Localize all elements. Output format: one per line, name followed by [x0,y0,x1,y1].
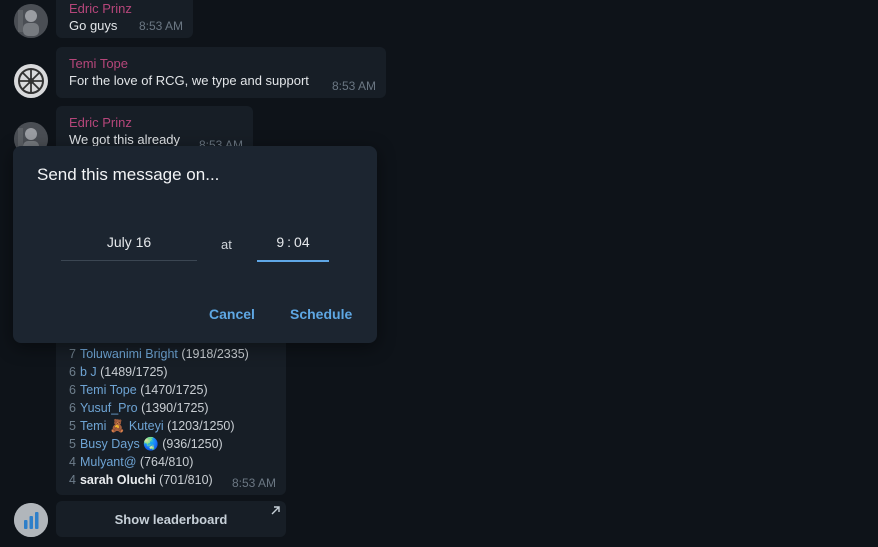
leaderboard-rank: 6 [69,383,76,397]
leaderboard-message: 7 Toluwanimi Bright (1918/2335) 6 b J (148… [56,336,286,495]
leaderboard-rank: 4 [69,473,76,487]
leaderboard-user-link[interactable]: Toluwanimi Bright [80,347,178,361]
avatar-leaderboard-bot[interactable] [14,503,48,537]
sender-name[interactable]: Edric Prinz [69,0,180,17]
minute-input[interactable]: 04 [294,232,310,260]
date-picker[interactable]: July 16 [61,232,197,261]
leaderboard-score: (1918/2335) [181,347,249,361]
schedule-button[interactable]: Schedule [290,306,352,322]
photo-avatar-icon [14,4,48,38]
leaderboard-row: 7 Toluwanimi Bright (1918/2335) [69,345,273,363]
at-label: at [221,237,232,252]
leaderboard-user-name: sarah Oluchi [79,473,156,487]
hour-input[interactable]: 9 [276,232,284,260]
message-time: 8:53 AM [231,476,276,490]
leaderboard-rank: 7 [69,347,76,361]
leaderboard-row: 5 Temi 🧸 Kuteyi (1203/1250) [69,417,273,435]
show-leaderboard-label: Show leaderboard [114,511,228,527]
external-link-icon [271,506,280,515]
leaderboard-row: 4 Mulyant@ (764/810) [69,453,273,471]
leaderboard-score: (1470/1725) [140,383,208,397]
leaderboard-row: 6 Yusuf_Pro (1390/1725) [69,399,273,417]
message-time: 8:53 AM [138,19,183,33]
cancel-button[interactable]: Cancel [209,306,255,322]
message-time: 8:53 AM [331,79,376,93]
leaderboard-rank: 6 [69,365,76,379]
leaderboard-score: (1203/1250) [167,419,235,433]
avatar-temi-tope[interactable] [14,64,48,98]
schedule-message-dialog: Send this message on... July 16 at 9 : 0… [13,146,377,343]
sender-name[interactable]: Edric Prinz [69,114,240,131]
leaderboard-row: 5 Busy Days 🌏 (936/1250) [69,435,273,453]
leaderboard-user-link[interactable]: Busy Days 🌏 [80,437,159,451]
leaderboard-user-link[interactable]: Yusuf_Pro [80,401,138,415]
leaderboard-rank: 5 [69,419,76,433]
message-bubble: Temi Tope For the love of RCG, we type a… [56,47,386,98]
leaderboard-rank: 4 [69,455,76,469]
leaderboard-score: (701/810) [159,473,213,487]
leaderboard-row: 6 b J (1489/1725) [69,363,273,381]
message-bubble: Edric Prinz Go guys 8:53 AM [56,0,193,38]
time-separator: : [287,234,292,250]
show-leaderboard-button[interactable]: Show leaderboard [56,501,286,537]
leaderboard-row: 6 Temi Tope (1470/1725) [69,381,273,399]
leaderboard-score: (1390/1725) [141,401,209,415]
leaderboard-rank: 5 [69,437,76,451]
bar-chart-icon [14,503,48,537]
compass-emblem-icon [14,64,48,98]
leaderboard-rank: 6 [69,401,76,415]
leaderboard-user-link[interactable]: b J [80,365,97,379]
sender-name[interactable]: Temi Tope [69,55,373,72]
message-text: For the love of RCG, we type and support [69,73,309,88]
leaderboard-user-link[interactable]: Temi Tope [80,383,137,397]
leaderboard-score: (764/810) [139,455,194,469]
leaderboard-score: (936/1250) [162,437,223,451]
leaderboard-user-link[interactable]: Temi 🧸 Kuteyi [80,419,164,433]
avatar-edric-prinz[interactable] [14,4,48,38]
leaderboard-user-link[interactable]: Mulyant@ [80,455,136,469]
time-input[interactable]: 9 : 04 [257,232,329,262]
dialog-title: Send this message on... [37,165,220,184]
leaderboard-score: (1489/1725) [100,365,168,379]
